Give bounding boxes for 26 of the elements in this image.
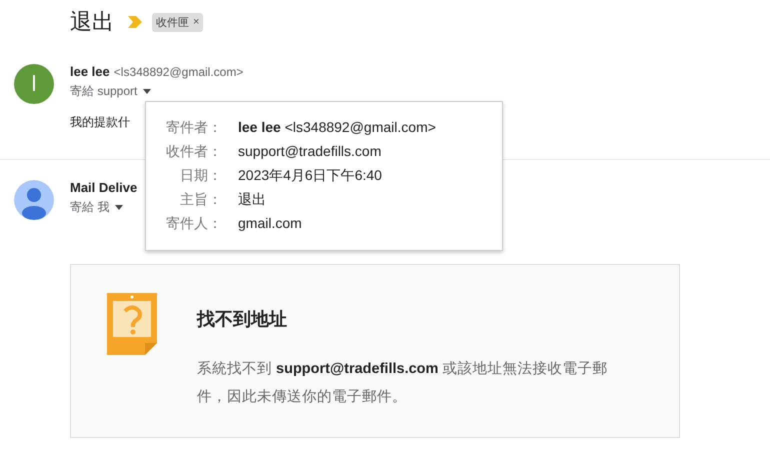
caret-icon[interactable]	[143, 89, 152, 94]
detail-label: 日期：	[179, 166, 222, 184]
notice-message: 系統找不到 support@tradefills.com 或該地址無法接收電子郵件，因此未傳送你的電子郵件。	[197, 360, 608, 407]
recipient-dropdown[interactable]: 寄給 support	[70, 83, 244, 100]
importance-marker-icon[interactable]	[128, 16, 142, 28]
sender-name: lee lee	[70, 64, 110, 79]
avatar: l	[14, 64, 54, 104]
label-chip[interactable]: 收件匣 ×	[152, 12, 204, 32]
detail-label: 寄件者：	[165, 118, 222, 136]
remove-label-button[interactable]: ×	[193, 16, 200, 28]
detail-label: 收件者：	[165, 142, 222, 160]
detail-value: gmail.com	[238, 214, 303, 232]
detail-value: support@tradefills.com	[238, 142, 382, 160]
question-note-icon	[107, 293, 157, 355]
recipient-dropdown[interactable]: 寄給 我	[70, 199, 138, 216]
detail-value: lee lee <ls348892@gmail.com>	[238, 118, 437, 136]
email-subject: 退出	[70, 8, 114, 36]
message-snippet: 我的提款什	[70, 114, 130, 131]
caret-icon[interactable]	[115, 205, 124, 210]
detail-label: 主旨：	[179, 190, 222, 208]
detail-value: 退出	[238, 190, 267, 208]
notice-heading: 找不到地址	[197, 308, 288, 331]
sender-name: Mail Delive	[70, 180, 138, 195]
detail-label: 寄件人：	[165, 214, 222, 232]
detail-value: 2023年4月6日下午6:40	[238, 166, 383, 184]
sender-email: <ls348892@gmail.com>	[114, 65, 244, 79]
